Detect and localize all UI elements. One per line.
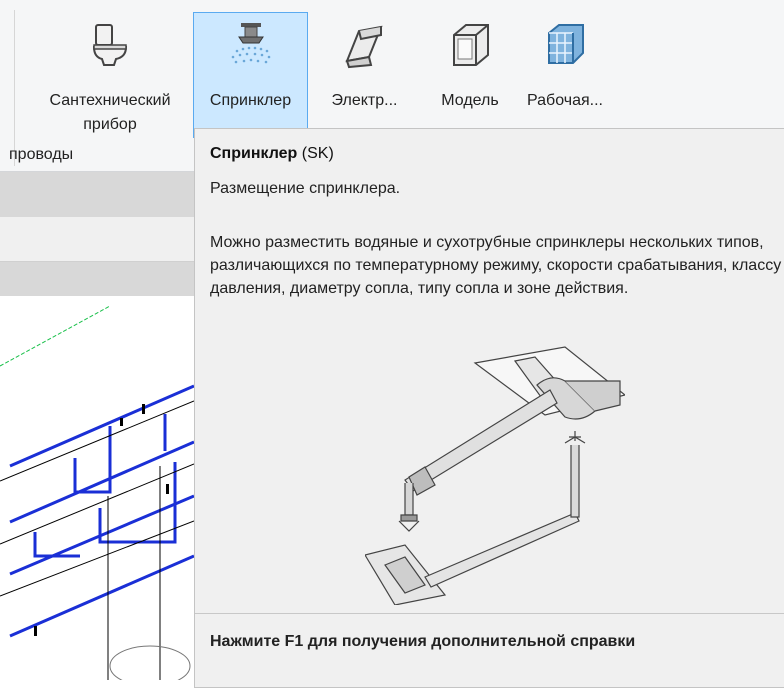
- toilet-icon: [92, 24, 128, 66]
- model-button[interactable]: Модель: [425, 12, 515, 138]
- tooltip-command-name: Спринклер: [210, 145, 298, 162]
- electrical-fixture-button[interactable]: Электр...: [312, 12, 417, 138]
- electrical-fixture-label: Электр...: [331, 92, 398, 109]
- model-label: Модель: [441, 92, 499, 109]
- plumbing-fixture-label: Сантехнический прибор: [49, 92, 171, 133]
- ribbon-divider: [14, 10, 15, 166]
- drawing-canvas[interactable]: [0, 296, 195, 687]
- tooltip-title: Спринклер (SK): [210, 145, 334, 163]
- ribbon-panel-label: проводы: [9, 146, 74, 163]
- model-box-icon: [453, 24, 489, 66]
- sprinkler-label: Спринклер: [209, 92, 292, 109]
- tooltip-short-description: Размещение спринклера.: [210, 180, 401, 197]
- properties-strip: [0, 217, 194, 262]
- sprinkler-icon: [231, 23, 270, 64]
- sprinkler-button[interactable]: Спринклер: [193, 12, 308, 138]
- tooltip-separator: [195, 613, 784, 614]
- work-plane-grid-icon: [548, 24, 584, 64]
- work-plane-button[interactable]: Рабочая...: [520, 12, 610, 138]
- work-plane-label: Рабочая...: [527, 92, 603, 109]
- plumbing-fixture-button[interactable]: Сантехнический прибор: [28, 12, 192, 138]
- tooltip-shortcut: (SK): [301, 145, 334, 162]
- piping-drawing: [0, 305, 195, 687]
- guide-line: [0, 305, 111, 367]
- pipe-network: [9, 384, 195, 638]
- sprinkler-tooltip: Спринклер (SK) Размещение спринклера. Мо…: [194, 128, 784, 688]
- sprinkler-illustration: [365, 346, 625, 605]
- terrain-hatch: [109, 645, 191, 687]
- tooltip-help-hint: Нажмите F1 для получения дополнительной …: [210, 633, 636, 650]
- properties-strip: [0, 172, 194, 217]
- tooltip-description: Можно разместить водяные и сухотрубные с…: [210, 234, 782, 297]
- electrical-fixture-icon: [344, 25, 383, 69]
- properties-strip: [0, 262, 194, 296]
